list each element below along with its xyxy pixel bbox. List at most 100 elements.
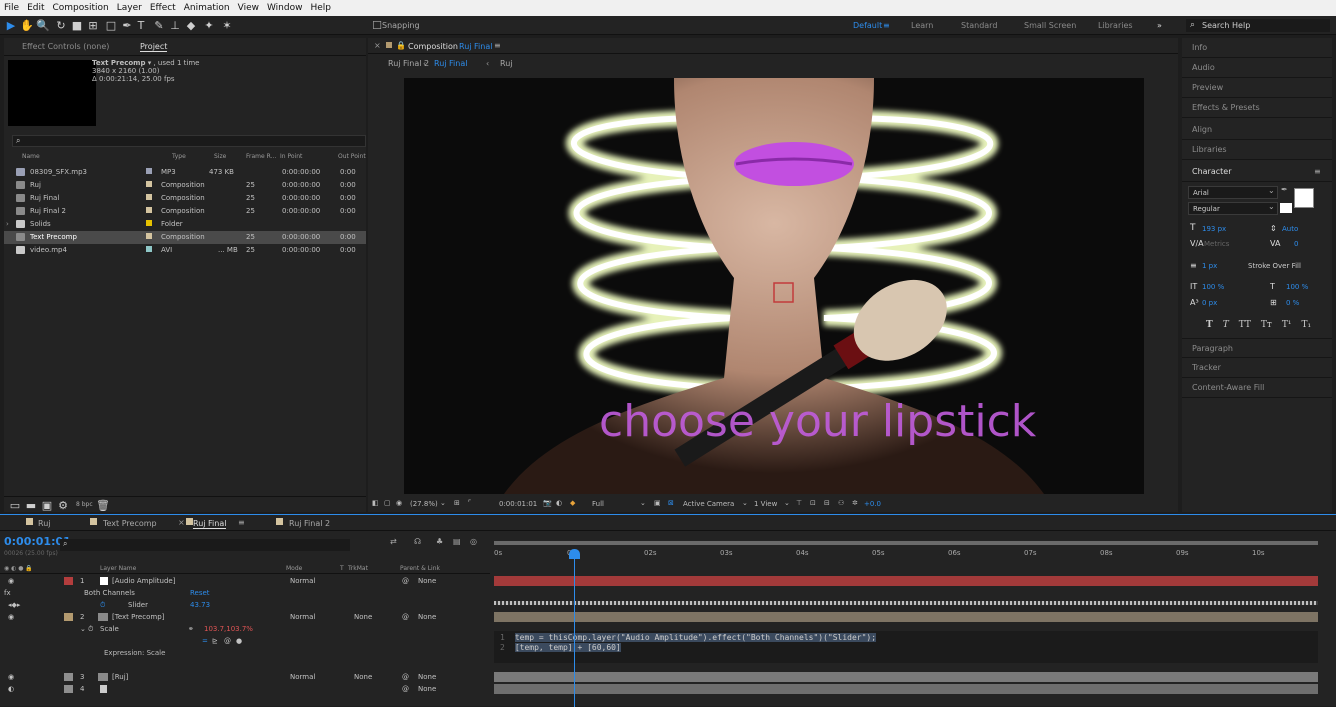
- leading-value[interactable]: Auto: [1282, 225, 1298, 233]
- roto-brush-tool-icon[interactable]: ✦: [202, 19, 216, 32]
- fill-color-swatch[interactable]: [1294, 188, 1314, 208]
- reset-link[interactable]: Reset: [190, 589, 210, 597]
- panel-libraries[interactable]: Libraries: [1182, 140, 1332, 160]
- label-swatch[interactable]: [146, 181, 152, 187]
- menu-window[interactable]: Window: [267, 3, 303, 13]
- tab-project[interactable]: Project: [140, 42, 168, 52]
- crumb-ruj[interactable]: Ruj: [500, 59, 513, 68]
- kerning-value[interactable]: Metrics: [1204, 240, 1229, 248]
- visibility-eye-icon[interactable]: ◉: [8, 577, 14, 585]
- menu-help[interactable]: Help: [310, 3, 331, 13]
- expression-enable-icon[interactable]: =: [202, 637, 208, 645]
- col-trkmat[interactable]: TrkMat: [348, 565, 368, 572]
- label-swatch[interactable]: [64, 673, 73, 681]
- menu-effect[interactable]: Effect: [150, 3, 176, 13]
- panel-paragraph[interactable]: Paragraph: [1182, 338, 1332, 358]
- time-ruler[interactable]: 0s 01s 02s 03s 04s 05s 06s 07s 08s 09s 1…: [494, 541, 1318, 563]
- layer-row[interactable]: ◉ 1 [Audio Amplitude] Normal @ None: [0, 575, 490, 587]
- baseline-shift-value[interactable]: 0 px: [1202, 299, 1217, 307]
- frame-blending-icon[interactable]: ▤: [453, 537, 461, 546]
- stopwatch-icon[interactable]: ⏱: [100, 601, 105, 610]
- draft-3d-icon[interactable]: ☊: [414, 537, 421, 546]
- slider-value[interactable]: 43.73: [190, 601, 210, 609]
- stroke-type-dropdown[interactable]: Stroke Over Fill: [1248, 262, 1301, 270]
- playhead-line[interactable]: [574, 549, 575, 707]
- expression-code[interactable]: 1 temp = thisComp.layer("Audio Amplitude"…: [500, 633, 1318, 663]
- project-row[interactable]: 08309_SFX.mp3 MP3 473 KB 0:00:00:00 0:00: [4, 166, 366, 179]
- brush-tool-icon[interactable]: ✎: [152, 19, 166, 32]
- project-row-selected[interactable]: Text Precomp Composition 25 0:00:00:00 0…: [4, 231, 366, 244]
- pickwhip-icon[interactable]: @: [402, 673, 409, 681]
- tab-effect-controls[interactable]: Effect Controls (none): [22, 42, 109, 51]
- project-row[interactable]: video.mp4 AVI ... MB 25 0:00:00:00 0:00: [4, 244, 366, 257]
- panel-audio[interactable]: Audio: [1182, 58, 1332, 78]
- project-row[interactable]: Ruj Final Composition 25 0:00:00:00 0:00: [4, 192, 366, 205]
- label-swatch[interactable]: [146, 194, 152, 200]
- trkmat-dropdown[interactable]: None: [354, 613, 372, 621]
- label-swatch[interactable]: [146, 233, 152, 239]
- font-style-dropdown[interactable]: Regular: [1188, 202, 1278, 215]
- resolution-dropdown[interactable]: Full: [592, 500, 604, 508]
- tab-ruj-final[interactable]: Ruj Final: [193, 519, 227, 529]
- workspace-small-screen[interactable]: Small Screen: [1024, 21, 1076, 30]
- label-swatch[interactable]: [64, 685, 73, 693]
- workspace-libraries[interactable]: Libraries: [1098, 21, 1133, 30]
- bit-depth-button[interactable]: 8 bpc: [76, 501, 93, 508]
- small-caps-button[interactable]: Tт: [1261, 320, 1272, 332]
- trash-icon[interactable]: 🗑: [96, 499, 110, 512]
- close-tab-icon[interactable]: ×: [374, 41, 381, 50]
- interpret-footage-icon[interactable]: ▭: [8, 499, 22, 512]
- show-snapshot-icon[interactable]: ▢: [384, 499, 391, 507]
- workspace-default[interactable]: Default: [853, 21, 882, 30]
- work-area-bar[interactable]: [494, 541, 1318, 545]
- tsume-value[interactable]: 0 %: [1286, 299, 1299, 307]
- composition-frame[interactable]: choose your lipstick: [404, 78, 1144, 494]
- project-settings-icon[interactable]: ⚙: [56, 499, 70, 512]
- toggle-pixel-aspect-icon[interactable]: ⊤: [796, 499, 802, 507]
- mode-dropdown[interactable]: Normal: [290, 577, 315, 585]
- menu-view[interactable]: View: [238, 3, 259, 13]
- col-t[interactable]: T: [340, 565, 344, 572]
- subscript-button[interactable]: T₁: [1302, 320, 1312, 332]
- trkmat-dropdown[interactable]: None: [354, 673, 372, 681]
- workspace-standard[interactable]: Standard: [961, 21, 997, 30]
- search-help-field[interactable]: ⌕ Search Help: [1186, 19, 1330, 32]
- panel-menu-icon[interactable]: ≡: [238, 518, 245, 527]
- close-tab-icon[interactable]: ×: [178, 518, 185, 527]
- all-caps-button[interactable]: TT: [1239, 320, 1251, 332]
- label-swatch[interactable]: [146, 220, 152, 226]
- menu-animation[interactable]: Animation: [184, 3, 230, 13]
- lock-icon[interactable]: 🔒: [396, 41, 406, 50]
- pickwhip-icon[interactable]: @: [402, 613, 409, 621]
- menu-file[interactable]: File: [4, 3, 19, 13]
- col-mode[interactable]: Mode: [286, 565, 302, 572]
- font-size-value[interactable]: 193 px: [1202, 225, 1226, 233]
- col-layer-name[interactable]: Layer Name: [100, 565, 136, 572]
- hand-tool-icon[interactable]: ✋: [20, 19, 34, 32]
- camera-tool-icon[interactable]: ■: [70, 19, 84, 32]
- panel-effects-presets[interactable]: Effects & Presets: [1182, 98, 1332, 118]
- faux-italic-button[interactable]: T: [1223, 320, 1229, 332]
- channel-picker-icon[interactable]: ◆: [570, 499, 575, 507]
- font-family-dropdown[interactable]: Arial: [1188, 186, 1278, 199]
- exposure-value[interactable]: +0.0: [864, 500, 881, 508]
- viewer-tab-comp[interactable]: Ruj Final: [459, 42, 492, 51]
- faux-bold-button[interactable]: T: [1206, 320, 1213, 332]
- panel-preview[interactable]: Preview: [1182, 78, 1332, 98]
- col-size[interactable]: Size: [214, 153, 226, 163]
- clone-stamp-tool-icon[interactable]: ⊥: [168, 19, 182, 32]
- layer-bar-text-precomp[interactable]: [494, 612, 1318, 622]
- slider-keyframes[interactable]: [494, 601, 1318, 605]
- col-parent[interactable]: Parent & Link: [400, 565, 440, 572]
- label-swatch[interactable]: [146, 168, 152, 174]
- 3d-renderer-icon[interactable]: ⊡: [810, 499, 816, 507]
- comp-mini-flowchart-icon[interactable]: ⇄: [390, 537, 397, 546]
- parent-dropdown[interactable]: None: [418, 613, 436, 621]
- project-row[interactable]: Ruj Final 2 Composition 25 0:00:00:00 0:…: [4, 205, 366, 218]
- tab-ruj[interactable]: Ruj: [38, 519, 51, 528]
- label-swatch[interactable]: [64, 577, 73, 585]
- constrain-link-icon[interactable]: ⚭: [188, 625, 194, 633]
- stopwatch-icon[interactable]: ⏱: [88, 625, 93, 634]
- new-folder-icon[interactable]: ▬: [24, 499, 38, 512]
- parent-dropdown[interactable]: None: [418, 673, 436, 681]
